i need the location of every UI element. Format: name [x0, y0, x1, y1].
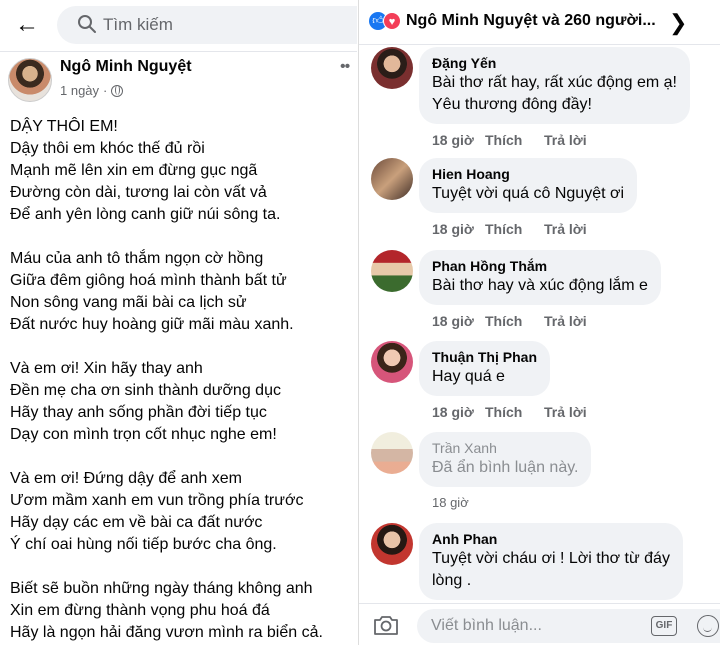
stanza-gap [10, 226, 355, 248]
commenter-avatar[interactable] [371, 250, 413, 292]
comment-actions: 18 giờ Thích Trả lời [432, 404, 587, 420]
comment-composer: Viết bình luận... GIF [359, 603, 720, 645]
comment-text: Tuyệt vời quá cô Nguyệt ơi [432, 185, 625, 202]
like-button[interactable]: Thích [485, 132, 544, 148]
comment-bubble[interactable]: Đặng Yến Bài thơ rất hay, rất xúc động em… [419, 47, 690, 124]
comment-actions: 18 giờ Thích Trả lời [432, 221, 587, 237]
commenter-name[interactable]: Đặng Yến [432, 54, 677, 72]
comment-time: 18 giờ [432, 221, 474, 237]
search-icon [78, 15, 96, 33]
comment-text: Tuyệt vời cháu ơi ! Lời thơ từ đáy [432, 550, 670, 567]
comment-bubble[interactable]: Phan Hồng Thắm Bài thơ hay và xúc động lắ… [419, 250, 661, 305]
like-button[interactable]: Thích [485, 404, 544, 420]
love-reaction-icon: ♥ [383, 12, 401, 30]
poem-line: Để anh yên lòng canh giữ núi sông ta. [10, 206, 281, 223]
poem-line: Mạnh mẽ lên xin em đừng gục ngã [10, 162, 258, 179]
search-bar[interactable]: Tìm kiếm [57, 6, 357, 44]
post-author[interactable]: Ngô Minh Nguyệt [60, 58, 192, 76]
post-body: DẬY THÔI EM! Dậy thôi em khóc thế đủ rồi M… [10, 116, 355, 644]
comment-input-placeholder: Viết bình luận... [431, 617, 542, 634]
poem-line: Hãy dạy các em về bài ca đất nước [10, 514, 263, 531]
commenter-avatar[interactable] [371, 432, 413, 474]
poem-line: Và em ơi! Đứng dậy để anh xem [10, 470, 242, 487]
more-options-icon[interactable]: •• [340, 58, 350, 76]
poem-line: Đường còn dài, tương lai còn vất vả [10, 184, 267, 201]
comment-bubble[interactable]: Hien Hoang Tuyệt vời quá cô Nguyệt ơi [419, 158, 638, 213]
divider [359, 44, 720, 45]
commenter-name[interactable]: Hien Hoang [432, 165, 624, 183]
comment-input[interactable]: Viết bình luận... GIF [417, 609, 720, 643]
post-meta: 1 ngày · [60, 83, 124, 98]
reactions-summary[interactable]: Ngô Minh Nguyệt và 260 người... [406, 12, 656, 30]
reply-button[interactable]: Trả lời [544, 221, 587, 237]
top-bar: ← Tìm kiếm [0, 0, 357, 50]
comment-time: 18 giờ [432, 404, 474, 420]
search-input[interactable]: Tìm kiếm [103, 15, 173, 35]
stanza-gap [10, 336, 355, 358]
poem-line: Và em ơi! Xin hãy thay anh [10, 360, 203, 377]
poem-line: Biết sẽ buồn những ngày tháng không anh [10, 580, 313, 597]
commenter-avatar[interactable] [371, 158, 413, 200]
back-arrow-icon[interactable]: ← [14, 12, 40, 38]
comment-time: 18 giờ [432, 495, 469, 510]
post-panel: ← Tìm kiếm Ngô Minh Nguyệt 1 ngày · •• D… [0, 0, 357, 645]
globe-icon [111, 84, 124, 97]
stanza-gap [10, 446, 355, 468]
poem-line: Đất nước huy hoàng giữ mãi màu xanh. [10, 316, 294, 333]
poem-line: Ươm mầm xanh em vun trồng phía trước [10, 492, 304, 509]
comment-bubble[interactable]: Trần Xanh Đã ẩn bình luận này. [419, 432, 592, 487]
poem-line: Máu của anh tô thắm ngọn cờ hồng [10, 250, 264, 267]
commenter-avatar[interactable] [371, 47, 413, 89]
poem-line: Ý chí oai hùng nối tiếp bước cha ông. [10, 536, 277, 553]
poem-line: Dậy thôi em khóc thế đủ rồi [10, 140, 205, 157]
poem-line: Dạy con mình trọn cốt nhục nghe em! [10, 426, 277, 443]
comment-bubble[interactable]: Thuận Thị Phan Hay quá e [419, 341, 550, 396]
commenter-avatar[interactable] [371, 523, 413, 565]
comment-actions: 18 giờ Thích Trả lời [432, 132, 587, 148]
comment-bubble[interactable]: Anh Phan Tuyệt vời cháu ơi ! Lời thơ từ đ… [419, 523, 683, 600]
poem-line: DẬY THÔI EM! [10, 118, 118, 135]
comment-time: 18 giờ [432, 313, 474, 329]
post-time[interactable]: 1 ngày [60, 83, 99, 98]
comment-text: lòng . [432, 572, 472, 589]
poem-line: Non sông vang mãi bài ca lịch sử [10, 294, 247, 311]
reply-button[interactable]: Trả lời [544, 132, 587, 148]
commenter-name[interactable]: Anh Phan [432, 530, 670, 548]
commenter-avatar[interactable] [371, 341, 413, 383]
comment-actions: 18 giờ Thích Trả lời [432, 313, 587, 329]
comment-text: Đã ẩn bình luận này. [432, 459, 579, 476]
reply-button[interactable]: Trả lời [544, 313, 587, 329]
author-avatar[interactable] [8, 58, 52, 102]
comment-text: Bài thơ rất hay, rất xúc động em ạ! [432, 74, 677, 91]
comment-text: Hay quá e [432, 368, 505, 385]
poem-line: Hãy thay anh sống phần đời tiếp tục [10, 404, 267, 421]
reply-button[interactable]: Trả lời [544, 404, 587, 420]
camera-icon[interactable] [373, 614, 399, 636]
like-button[interactable]: Thích [485, 221, 544, 237]
comment-actions: 18 giờ [432, 495, 485, 510]
commenter-name[interactable]: Phan Hồng Thắm [432, 257, 648, 275]
like-button[interactable]: Thích [485, 313, 544, 329]
poem-line: Đền mẹ cha ơn sinh thành dưỡng dục [10, 382, 281, 399]
comment-time: 18 giờ [432, 132, 474, 148]
poem-line: Giữa đêm giông hoá mình thành bất tử [10, 272, 287, 289]
comment-text: Yêu thương đông đầy! [432, 96, 592, 113]
commenter-name[interactable]: Thuận Thị Phan [432, 348, 537, 366]
poem-line: Hãy là ngọn hải đăng vươn mình ra biển c… [10, 624, 323, 641]
emoji-icon[interactable] [697, 615, 719, 637]
comment-text: Bài thơ hay và xúc động lắm e [432, 277, 648, 294]
stanza-gap [10, 556, 355, 578]
chevron-right-icon[interactable]: ❯ [669, 10, 687, 36]
commenter-name[interactable]: Trần Xanh [432, 439, 578, 457]
comments-panel: 👍︎ ♥ Ngô Minh Nguyệt và 260 người... ❯ Đ… [358, 0, 720, 645]
reactions-header[interactable]: 👍︎ ♥ Ngô Minh Nguyệt và 260 người... ❯ [359, 0, 720, 44]
gif-icon[interactable]: GIF [651, 616, 677, 636]
poem-line: Xin em đừng thành vọng phu hoá đá [10, 602, 270, 619]
divider [0, 51, 357, 52]
